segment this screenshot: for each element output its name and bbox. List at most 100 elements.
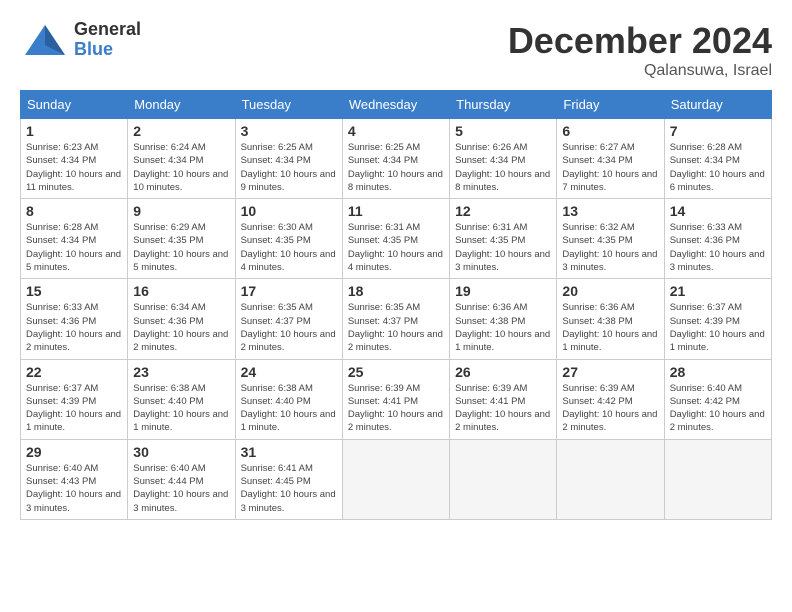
daylight-label: Daylight: 10 hours and 9 minutes. bbox=[241, 169, 336, 193]
daylight-label: Daylight: 10 hours and 11 minutes. bbox=[26, 169, 121, 193]
daylight-label: Daylight: 10 hours and 1 minute. bbox=[455, 329, 550, 353]
daylight-label: Daylight: 10 hours and 5 minutes. bbox=[133, 249, 228, 273]
daylight-label: Daylight: 10 hours and 2 minutes. bbox=[133, 329, 228, 353]
sunset-label: Sunset: 4:35 PM bbox=[562, 235, 632, 246]
logo-general-text: General bbox=[74, 20, 141, 40]
sunrise-label: Sunrise: 6:38 AM bbox=[241, 383, 313, 394]
day-number: 8 bbox=[26, 203, 122, 219]
sunset-label: Sunset: 4:35 PM bbox=[241, 235, 311, 246]
day-number: 25 bbox=[348, 364, 444, 380]
day-number: 18 bbox=[348, 283, 444, 299]
calendar-cell bbox=[450, 439, 557, 519]
sunrise-label: Sunrise: 6:38 AM bbox=[133, 383, 205, 394]
calendar-cell: 14 Sunrise: 6:33 AM Sunset: 4:36 PM Dayl… bbox=[664, 199, 771, 279]
day-info: Sunrise: 6:34 AM Sunset: 4:36 PM Dayligh… bbox=[133, 301, 229, 354]
day-info: Sunrise: 6:33 AM Sunset: 4:36 PM Dayligh… bbox=[670, 221, 766, 274]
sunrise-label: Sunrise: 6:29 AM bbox=[133, 222, 205, 233]
calendar-table: SundayMondayTuesdayWednesdayThursdayFrid… bbox=[20, 90, 772, 520]
day-of-week-header: Saturday bbox=[664, 91, 771, 119]
calendar-cell: 12 Sunrise: 6:31 AM Sunset: 4:35 PM Dayl… bbox=[450, 199, 557, 279]
day-of-week-header: Sunday bbox=[21, 91, 128, 119]
day-info: Sunrise: 6:39 AM Sunset: 4:42 PM Dayligh… bbox=[562, 382, 658, 435]
calendar-week-row: 29 Sunrise: 6:40 AM Sunset: 4:43 PM Dayl… bbox=[21, 439, 772, 519]
calendar-cell bbox=[664, 439, 771, 519]
calendar-cell: 1 Sunrise: 6:23 AM Sunset: 4:34 PM Dayli… bbox=[21, 119, 128, 199]
sunset-label: Sunset: 4:37 PM bbox=[348, 316, 418, 327]
day-info: Sunrise: 6:30 AM Sunset: 4:35 PM Dayligh… bbox=[241, 221, 337, 274]
sunset-label: Sunset: 4:34 PM bbox=[241, 155, 311, 166]
daylight-label: Daylight: 10 hours and 10 minutes. bbox=[133, 169, 228, 193]
daylight-label: Daylight: 10 hours and 2 minutes. bbox=[562, 409, 657, 433]
sunrise-label: Sunrise: 6:25 AM bbox=[241, 142, 313, 153]
day-info: Sunrise: 6:40 AM Sunset: 4:43 PM Dayligh… bbox=[26, 462, 122, 515]
daylight-label: Daylight: 10 hours and 4 minutes. bbox=[348, 249, 443, 273]
day-number: 19 bbox=[455, 283, 551, 299]
sunset-label: Sunset: 4:43 PM bbox=[26, 476, 96, 487]
calendar-cell: 31 Sunrise: 6:41 AM Sunset: 4:45 PM Dayl… bbox=[235, 439, 342, 519]
sunrise-label: Sunrise: 6:40 AM bbox=[670, 383, 742, 394]
day-number: 16 bbox=[133, 283, 229, 299]
day-info: Sunrise: 6:41 AM Sunset: 4:45 PM Dayligh… bbox=[241, 462, 337, 515]
sunset-label: Sunset: 4:37 PM bbox=[241, 316, 311, 327]
sunrise-label: Sunrise: 6:39 AM bbox=[348, 383, 420, 394]
sunset-label: Sunset: 4:36 PM bbox=[133, 316, 203, 327]
sunrise-label: Sunrise: 6:37 AM bbox=[670, 302, 742, 313]
calendar-week-row: 1 Sunrise: 6:23 AM Sunset: 4:34 PM Dayli… bbox=[21, 119, 772, 199]
daylight-label: Daylight: 10 hours and 8 minutes. bbox=[455, 169, 550, 193]
day-of-week-header: Tuesday bbox=[235, 91, 342, 119]
daylight-label: Daylight: 10 hours and 1 minute. bbox=[241, 409, 336, 433]
calendar-cell: 27 Sunrise: 6:39 AM Sunset: 4:42 PM Dayl… bbox=[557, 359, 664, 439]
day-info: Sunrise: 6:36 AM Sunset: 4:38 PM Dayligh… bbox=[562, 301, 658, 354]
daylight-label: Daylight: 10 hours and 8 minutes. bbox=[348, 169, 443, 193]
calendar-cell: 3 Sunrise: 6:25 AM Sunset: 4:34 PM Dayli… bbox=[235, 119, 342, 199]
day-number: 20 bbox=[562, 283, 658, 299]
day-info: Sunrise: 6:39 AM Sunset: 4:41 PM Dayligh… bbox=[455, 382, 551, 435]
day-of-week-header: Thursday bbox=[450, 91, 557, 119]
daylight-label: Daylight: 10 hours and 6 minutes. bbox=[670, 169, 765, 193]
sunrise-label: Sunrise: 6:26 AM bbox=[455, 142, 527, 153]
calendar-cell: 5 Sunrise: 6:26 AM Sunset: 4:34 PM Dayli… bbox=[450, 119, 557, 199]
day-number: 14 bbox=[670, 203, 766, 219]
calendar-cell: 9 Sunrise: 6:29 AM Sunset: 4:35 PM Dayli… bbox=[128, 199, 235, 279]
daylight-label: Daylight: 10 hours and 1 minute. bbox=[562, 329, 657, 353]
calendar-cell: 4 Sunrise: 6:25 AM Sunset: 4:34 PM Dayli… bbox=[342, 119, 449, 199]
sunrise-label: Sunrise: 6:39 AM bbox=[562, 383, 634, 394]
day-number: 4 bbox=[348, 123, 444, 139]
day-info: Sunrise: 6:38 AM Sunset: 4:40 PM Dayligh… bbox=[133, 382, 229, 435]
daylight-label: Daylight: 10 hours and 3 minutes. bbox=[133, 489, 228, 513]
calendar-cell: 28 Sunrise: 6:40 AM Sunset: 4:42 PM Dayl… bbox=[664, 359, 771, 439]
sunrise-label: Sunrise: 6:33 AM bbox=[26, 302, 98, 313]
sunrise-label: Sunrise: 6:30 AM bbox=[241, 222, 313, 233]
calendar-cell: 17 Sunrise: 6:35 AM Sunset: 4:37 PM Dayl… bbox=[235, 279, 342, 359]
sunset-label: Sunset: 4:44 PM bbox=[133, 476, 203, 487]
sunset-label: Sunset: 4:38 PM bbox=[562, 316, 632, 327]
sunrise-label: Sunrise: 6:40 AM bbox=[133, 463, 205, 474]
sunrise-label: Sunrise: 6:31 AM bbox=[455, 222, 527, 233]
calendar-cell: 19 Sunrise: 6:36 AM Sunset: 4:38 PM Dayl… bbox=[450, 279, 557, 359]
sunset-label: Sunset: 4:38 PM bbox=[455, 316, 525, 327]
day-number: 24 bbox=[241, 364, 337, 380]
sunset-label: Sunset: 4:36 PM bbox=[670, 235, 740, 246]
daylight-label: Daylight: 10 hours and 2 minutes. bbox=[455, 409, 550, 433]
sunrise-label: Sunrise: 6:35 AM bbox=[348, 302, 420, 313]
sunset-label: Sunset: 4:34 PM bbox=[670, 155, 740, 166]
calendar-cell: 22 Sunrise: 6:37 AM Sunset: 4:39 PM Dayl… bbox=[21, 359, 128, 439]
sunset-label: Sunset: 4:42 PM bbox=[562, 396, 632, 407]
sunset-label: Sunset: 4:34 PM bbox=[133, 155, 203, 166]
day-info: Sunrise: 6:40 AM Sunset: 4:44 PM Dayligh… bbox=[133, 462, 229, 515]
sunrise-label: Sunrise: 6:36 AM bbox=[562, 302, 634, 313]
calendar-cell: 24 Sunrise: 6:38 AM Sunset: 4:40 PM Dayl… bbox=[235, 359, 342, 439]
sunrise-label: Sunrise: 6:35 AM bbox=[241, 302, 313, 313]
calendar-header-row: SundayMondayTuesdayWednesdayThursdayFrid… bbox=[21, 91, 772, 119]
sunrise-label: Sunrise: 6:31 AM bbox=[348, 222, 420, 233]
daylight-label: Daylight: 10 hours and 4 minutes. bbox=[241, 249, 336, 273]
sunset-label: Sunset: 4:40 PM bbox=[241, 396, 311, 407]
calendar-cell: 20 Sunrise: 6:36 AM Sunset: 4:38 PM Dayl… bbox=[557, 279, 664, 359]
day-number: 12 bbox=[455, 203, 551, 219]
calendar-cell: 25 Sunrise: 6:39 AM Sunset: 4:41 PM Dayl… bbox=[342, 359, 449, 439]
day-of-week-header: Friday bbox=[557, 91, 664, 119]
day-info: Sunrise: 6:35 AM Sunset: 4:37 PM Dayligh… bbox=[241, 301, 337, 354]
calendar-cell bbox=[342, 439, 449, 519]
day-number: 3 bbox=[241, 123, 337, 139]
calendar-cell: 6 Sunrise: 6:27 AM Sunset: 4:34 PM Dayli… bbox=[557, 119, 664, 199]
